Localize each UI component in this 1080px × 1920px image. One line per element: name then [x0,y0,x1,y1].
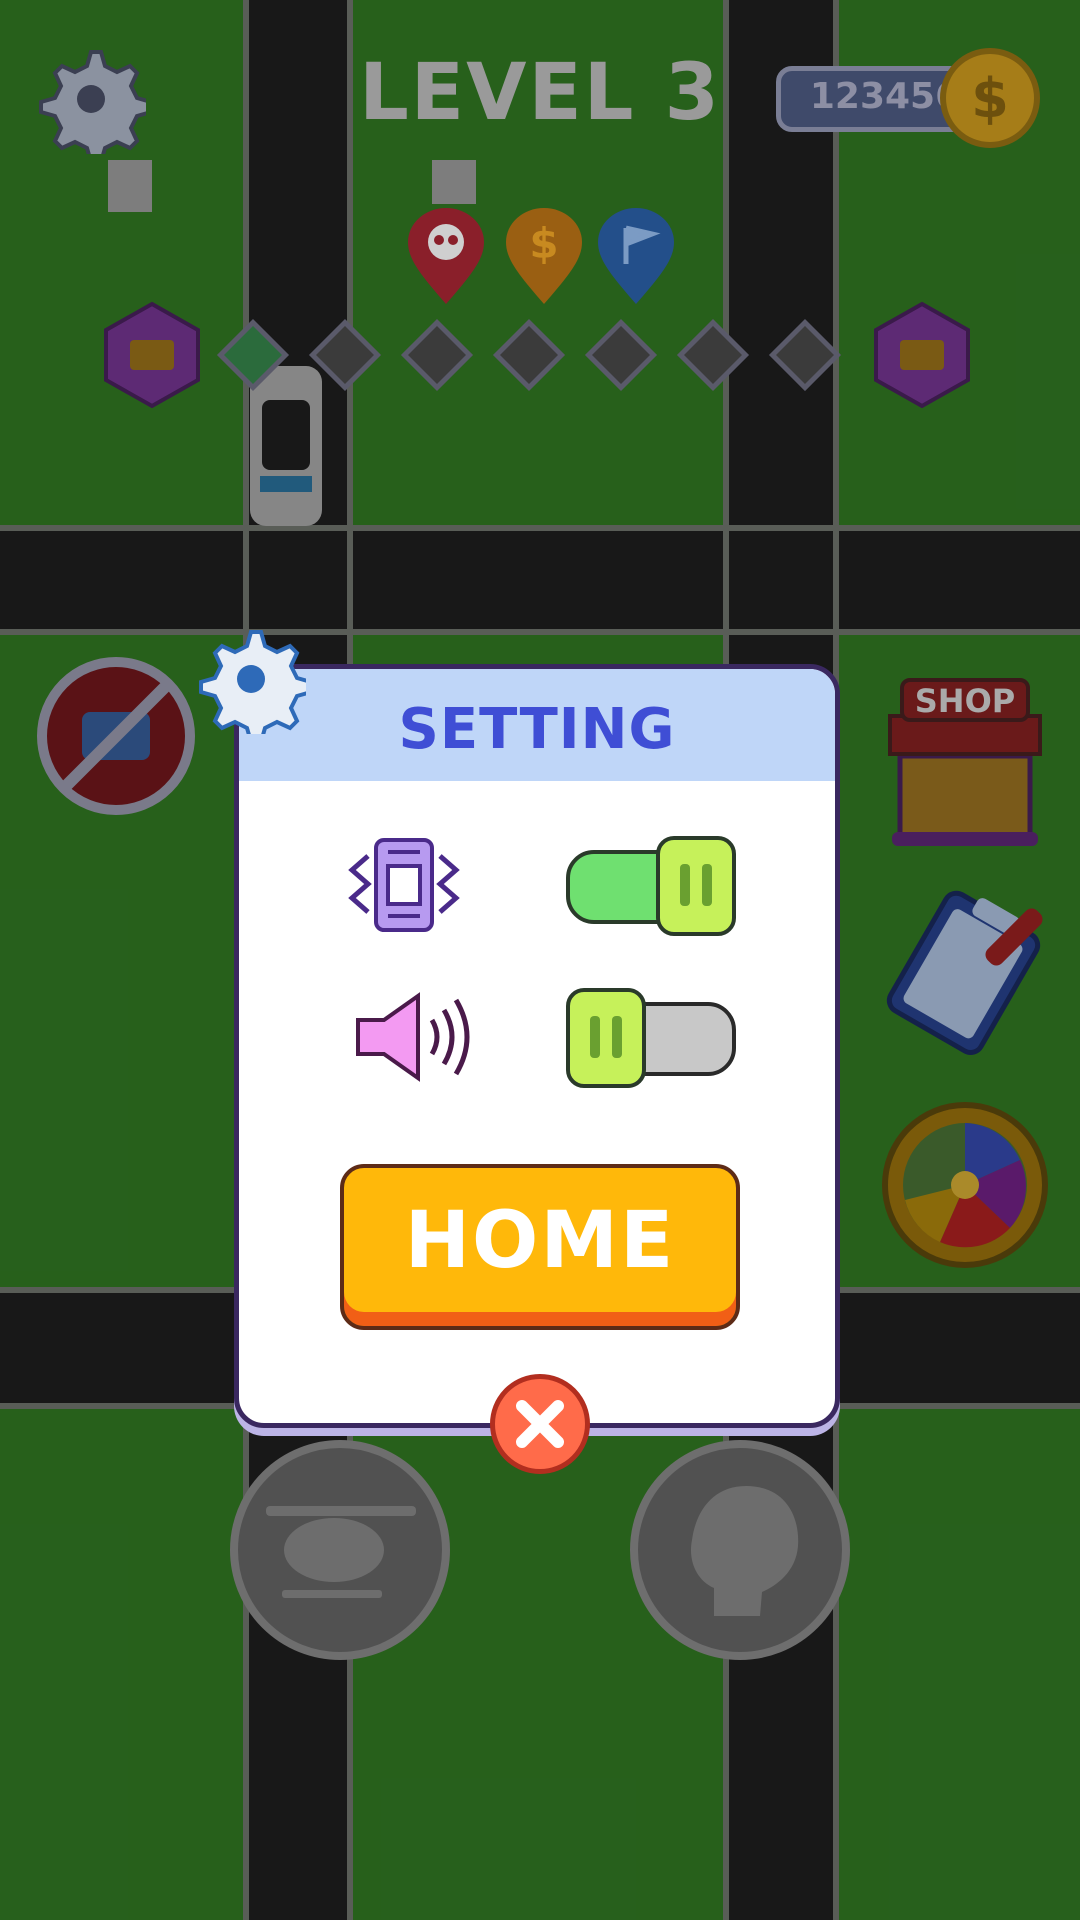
spin-wheel-button[interactable] [880,1100,1050,1270]
shop-label: SHOP [915,682,1015,720]
level-title: LEVEL 3 [359,48,721,138]
skull-marker-icon [408,208,484,304]
vibration-toggle[interactable] [566,834,738,938]
svg-text:$: $ [529,219,558,268]
modal-gear-icon [199,630,306,734]
dollar-marker-icon: $ [506,208,582,304]
start-chest-icon [104,301,200,409]
tasks-clipboard-button[interactable] [876,884,1052,1060]
stage-diamonds [216,318,842,392]
sound-icon [356,992,470,1082]
close-icon [516,1400,564,1448]
shop-button[interactable]: SHOP [880,676,1050,848]
home-button[interactable]: HOME [340,1164,740,1330]
close-button[interactable] [490,1374,590,1474]
no-ads-button[interactable] [36,656,196,816]
head-silhouette-icon[interactable] [680,1476,810,1626]
flag-marker-icon [598,208,674,304]
stage-progress [104,301,970,409]
coin-icon: $ [940,48,1040,148]
home-button-label: HOME [404,1196,676,1286]
sound-toggle[interactable] [566,986,738,1090]
settings-gear-icon[interactable] [36,44,146,154]
end-chest-icon [874,301,970,409]
modal-title: SETTING [398,697,676,762]
level-markers: $ [408,208,674,304]
helicopter-icon[interactable] [262,1490,418,1610]
vibration-icon [348,838,460,932]
